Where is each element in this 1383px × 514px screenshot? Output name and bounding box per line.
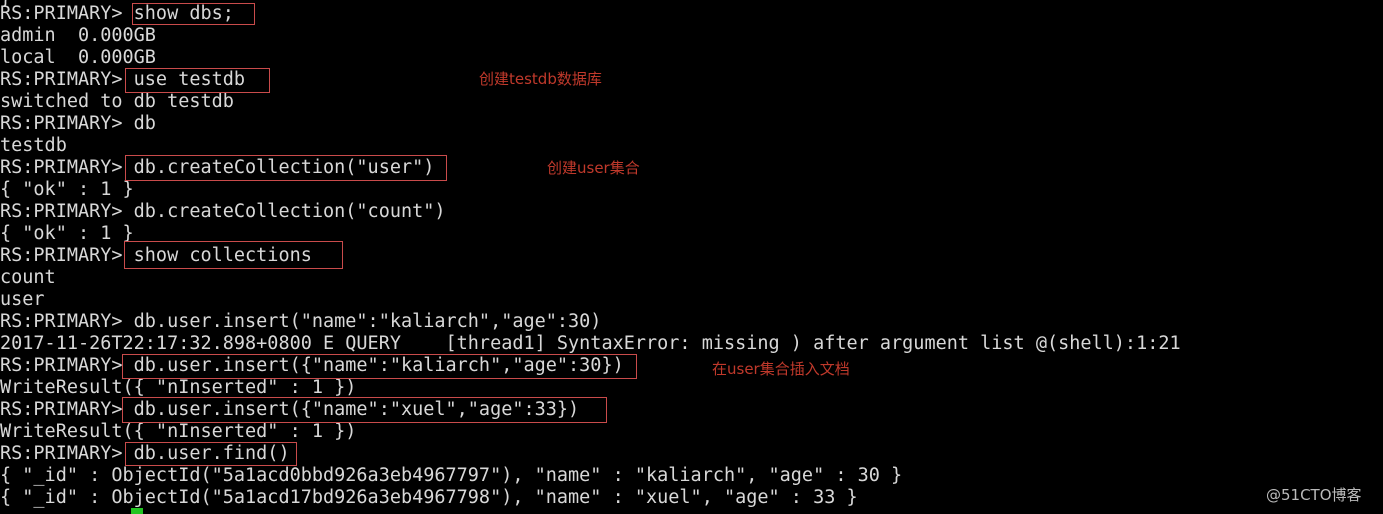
terminal-line: RS:PRIMARY> db (0, 113, 156, 134)
watermark: @51CTO博客 (1266, 486, 1362, 504)
annotation-create-collection: 创建user集合 (547, 159, 640, 177)
terminal-line: admin 0.000GB (0, 25, 156, 46)
terminal-line: { "ok" : 1 } (0, 223, 134, 244)
terminal-line: RS:PRIMARY> db.user.insert("name":"kalia… (0, 311, 602, 332)
terminal-line: RS:PRIMARY> use testdb (0, 69, 246, 90)
terminal-line: RS:PRIMARY> show dbs; (0, 3, 234, 24)
terminal-line: RS:PRIMARY> show collections (0, 245, 312, 266)
terminal-line: 2017-11-26T22:17:32.898+0800 E QUERY [th… (0, 333, 1181, 354)
terminal-line: testdb (0, 135, 67, 156)
annotation-create-db: 创建testdb数据库 (479, 70, 602, 88)
terminal-line: { "_id" : ObjectId("5a1acd17bd926a3eb496… (0, 487, 858, 508)
terminal-screen: }RS:PRIMARY> show dbs;admin 0.000GBlocal… (0, 0, 1383, 514)
terminal-line: user (0, 289, 45, 310)
terminal-cursor (131, 508, 143, 514)
annotation-insert-doc: 在user集合插入文档 (712, 360, 850, 378)
terminal-line: RS:PRIMARY> db.createCollection("count") (0, 201, 446, 222)
terminal-line: { "ok" : 1 } (0, 179, 134, 200)
terminal-output[interactable]: }RS:PRIMARY> show dbs;admin 0.000GBlocal… (0, 0, 1383, 514)
terminal-line: count (0, 267, 56, 288)
terminal-line: { "_id" : ObjectId("5a1acd0bbd926a3eb496… (0, 465, 903, 486)
terminal-line: local 0.000GB (0, 47, 156, 68)
terminal-line: RS:PRIMARY> db.createCollection("user") (0, 157, 435, 178)
terminal-line: RS:PRIMARY> db.user.insert({"name":"kali… (0, 355, 624, 376)
terminal-line: WriteResult({ "nInserted" : 1 }) (0, 377, 357, 398)
terminal-line: WriteResult({ "nInserted" : 1 }) (0, 421, 357, 442)
terminal-line: switched to db testdb (0, 91, 234, 112)
terminal-line: RS:PRIMARY> db.user.insert({"name":"xuel… (0, 399, 580, 420)
terminal-line: RS:PRIMARY> db.user.find() (0, 443, 290, 464)
